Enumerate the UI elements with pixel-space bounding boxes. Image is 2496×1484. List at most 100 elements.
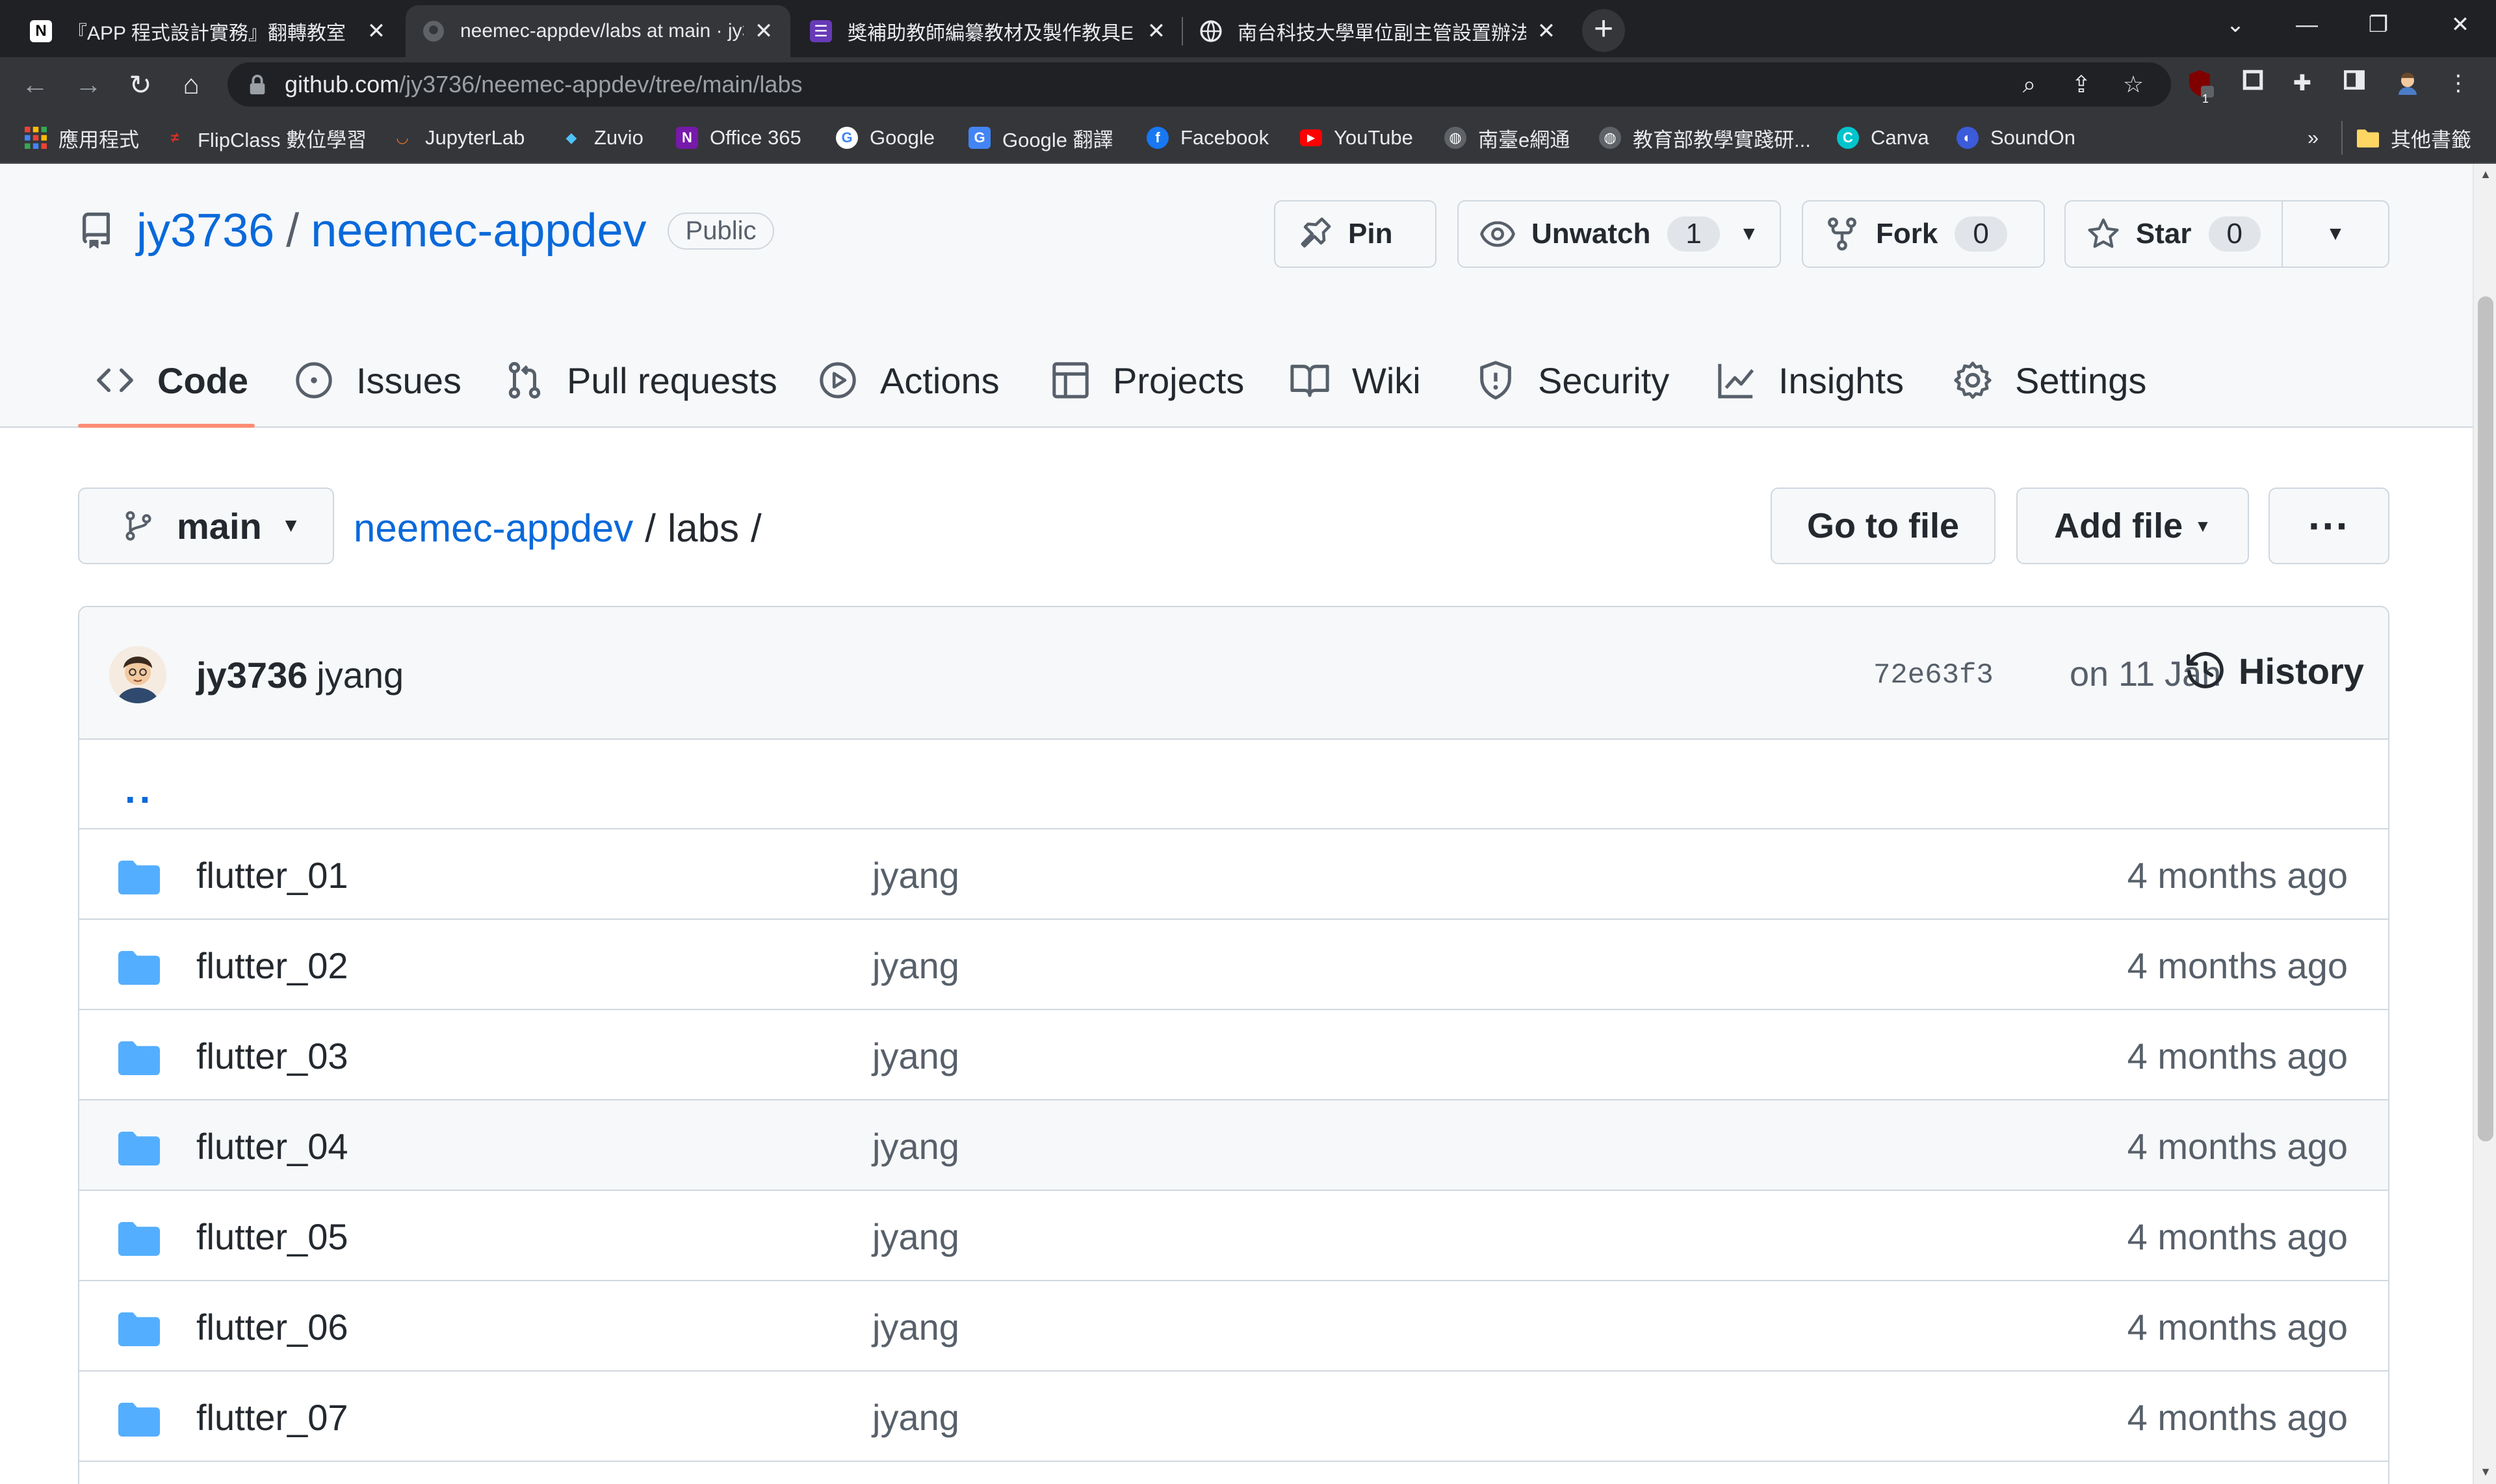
bookmark-other-folder[interactable]: 其他書籤 (2357, 125, 2471, 151)
file-row[interactable]: flutter_07 jyang 4 months ago (79, 1372, 2388, 1462)
bookmark-office365[interactable]: N Office 365 (676, 125, 801, 151)
add-file-button[interactable]: Add file ▼ (2016, 488, 2249, 564)
file-row[interactable]: flutter_06 jyang 4 months ago (79, 1281, 2388, 1372)
new-tab-button[interactable]: + (1582, 9, 1625, 52)
tab-issues[interactable]: Issues (294, 333, 462, 428)
file-row[interactable]: flutter_04 jyang 4 months ago (79, 1100, 2388, 1191)
bookmark-star-icon[interactable]: ☆ (2120, 72, 2146, 98)
tab-settings[interactable]: Settings (1953, 333, 2146, 428)
star-list-dropdown[interactable]: ▼ (2282, 200, 2389, 268)
table-icon (1052, 362, 1089, 398)
browser-menu-icon[interactable]: ⋮ (2444, 69, 2473, 98)
parent-directory-link[interactable]: .. (125, 767, 154, 812)
side-panel-icon[interactable] (2340, 69, 2369, 98)
fork-button[interactable]: Fork 0 (1802, 200, 2045, 268)
file-row[interactable]: flutter_01 jyang 4 months ago (79, 829, 2388, 920)
file-name-link[interactable]: flutter_05 (196, 1216, 348, 1258)
caret-down-icon: ▼ (2326, 223, 2345, 244)
tab-security[interactable]: Security (1476, 333, 1669, 428)
file-row[interactable]: flutter_05 jyang 4 months ago (79, 1191, 2388, 1281)
branch-selector[interactable]: main ▼ (78, 488, 334, 564)
minimize-icon[interactable]: — (2271, 0, 2343, 49)
avatar[interactable] (109, 646, 166, 703)
file-name-link[interactable]: flutter_02 (196, 944, 348, 987)
commit-sha-link[interactable]: 72e63f3 (1873, 659, 1994, 692)
bookmark-google-translate[interactable]: G Google 翻譯 (968, 125, 1113, 151)
repo-owner-link[interactable]: jy3736 (136, 204, 274, 257)
share-icon[interactable]: ⇪ (2068, 72, 2094, 98)
repo-nav: Code Issues Pull requests Actions Projec… (0, 333, 2473, 428)
file-commit-message-link[interactable]: jyang (872, 1306, 959, 1348)
bookmark-canva[interactable]: C Canva (1837, 125, 1929, 151)
go-to-file-button[interactable]: Go to file (1771, 488, 1996, 564)
file-commit-message-link[interactable]: jyang (872, 1035, 959, 1077)
scrollbar-thumb[interactable] (2478, 296, 2493, 1141)
file-row[interactable]: flutter_02 jyang 4 months ago (79, 920, 2388, 1010)
screenshot-extension-icon[interactable] (2239, 69, 2267, 98)
tab-code[interactable]: Code (95, 333, 248, 428)
forward-icon[interactable]: → (68, 64, 109, 105)
commit-author-login[interactable]: jy3736 (196, 655, 307, 696)
bookmark-zuvio[interactable]: ◆ Zuvio (560, 125, 644, 151)
bookmark-youtube[interactable]: ▶ YouTube (1300, 125, 1413, 151)
reload-icon[interactable]: ↻ (120, 64, 161, 105)
bookmark-soundon[interactable]: ◐ SoundOn (1956, 125, 2075, 151)
breadcrumb-repo-link[interactable]: neemec-appdev (354, 506, 633, 551)
file-commit-message-link[interactable]: jyang (872, 1216, 959, 1258)
folder-icon (118, 1222, 160, 1256)
bookmark-jupyterlab[interactable]: ◡ JupyterLab (391, 125, 525, 151)
extensions-puzzle-icon[interactable]: ✚ (2288, 69, 2317, 98)
file-name-link[interactable]: flutter_01 (196, 854, 348, 896)
bookmark-facebook[interactable]: f Facebook (1147, 125, 1269, 151)
pin-button[interactable]: Pin (1274, 200, 1436, 268)
tab-actions[interactable]: Actions (818, 333, 1000, 428)
unwatch-button[interactable]: Unwatch 1 ▼ (1457, 200, 1781, 268)
browser-tab-2[interactable]: neemec-appdev/labs at main · jy3736/neem… (406, 5, 790, 57)
scroll-down-arrow-icon[interactable]: ▼ (2479, 1465, 2492, 1478)
bookmark-google[interactable]: G Google (836, 125, 935, 151)
bookmark-label: 應用程式 (58, 128, 139, 151)
close-window-icon[interactable]: ✕ (2424, 0, 2496, 49)
file-row[interactable]: flutter_03 jyang 4 months ago (79, 1010, 2388, 1100)
star-button[interactable]: Star 0 (2064, 200, 2283, 268)
bookmarks-overflow-button[interactable]: » (2308, 125, 2319, 151)
close-tab-icon[interactable]: ✕ (1537, 18, 1556, 44)
file-name-link[interactable]: flutter_06 (196, 1306, 348, 1348)
browser-tab-3[interactable]: ☰ 獎補助教師編纂教材及製作教具E ✕ (793, 5, 1183, 57)
close-tab-icon[interactable]: ✕ (754, 18, 774, 44)
close-tab-icon[interactable]: ✕ (367, 18, 386, 44)
file-commit-message-link[interactable]: jyang (872, 1125, 959, 1167)
commit-message[interactable]: jyang (317, 655, 404, 696)
file-commit-message-link[interactable]: jyang (872, 1396, 959, 1438)
bookmark-flipclass[interactable]: ≠ FlipClass 數位學習 (164, 125, 367, 151)
profile-avatar-icon[interactable] (2393, 69, 2422, 98)
tab-insights[interactable]: Insights (1716, 333, 1904, 428)
back-icon[interactable]: ← (14, 64, 56, 105)
close-tab-icon[interactable]: ✕ (1147, 18, 1166, 44)
tab-wiki[interactable]: Wiki (1290, 333, 1421, 428)
file-name-link[interactable]: flutter_07 (196, 1396, 348, 1438)
repo-name-link[interactable]: neemec-appdev (311, 204, 646, 257)
file-commit-message-link[interactable]: jyang (872, 944, 959, 987)
tab-pull-requests[interactable]: Pull requests (504, 333, 777, 428)
tab-projects[interactable]: Projects (1050, 333, 1244, 428)
file-name-link[interactable]: flutter_03 (196, 1035, 348, 1077)
more-options-button[interactable]: ··· (2268, 488, 2389, 564)
ublock-extension-icon[interactable]: 1 (2185, 69, 2214, 105)
browser-tab-4[interactable]: 南台科技大學單位副主管設置辦法 ✕ (1183, 5, 1573, 57)
browser-tab-1[interactable]: N 『APP 程式設計實務』翻轉教室 ✕ (13, 5, 403, 57)
restore-icon[interactable]: ❐ (2343, 0, 2414, 49)
scroll-up-arrow-icon[interactable]: ▲ (2479, 168, 2492, 181)
bookmark-label: Google 翻譯 (1002, 128, 1113, 151)
history-button[interactable]: History (2185, 650, 2364, 692)
page-scrollbar[interactable]: ▲ ▼ (2473, 164, 2496, 1484)
file-commit-message-link[interactable]: jyang (872, 854, 959, 896)
bookmark-moe-teaching[interactable]: ◍ 教育部教學實踐研... (1599, 125, 1811, 151)
tab-search-icon[interactable]: ⌄ (2200, 0, 2271, 49)
zoom-icon[interactable]: ⌕ (2016, 72, 2042, 98)
home-icon[interactable]: ⌂ (170, 64, 212, 105)
bookmark-apps[interactable]: 應用程式 (25, 125, 139, 151)
file-name-link[interactable]: flutter_04 (196, 1125, 348, 1167)
address-bar[interactable]: github.com/jy3736/neemec-appdev/tree/mai… (228, 62, 2171, 107)
bookmark-stust-enet[interactable]: ◍ 南臺e網通 (1444, 125, 1570, 151)
